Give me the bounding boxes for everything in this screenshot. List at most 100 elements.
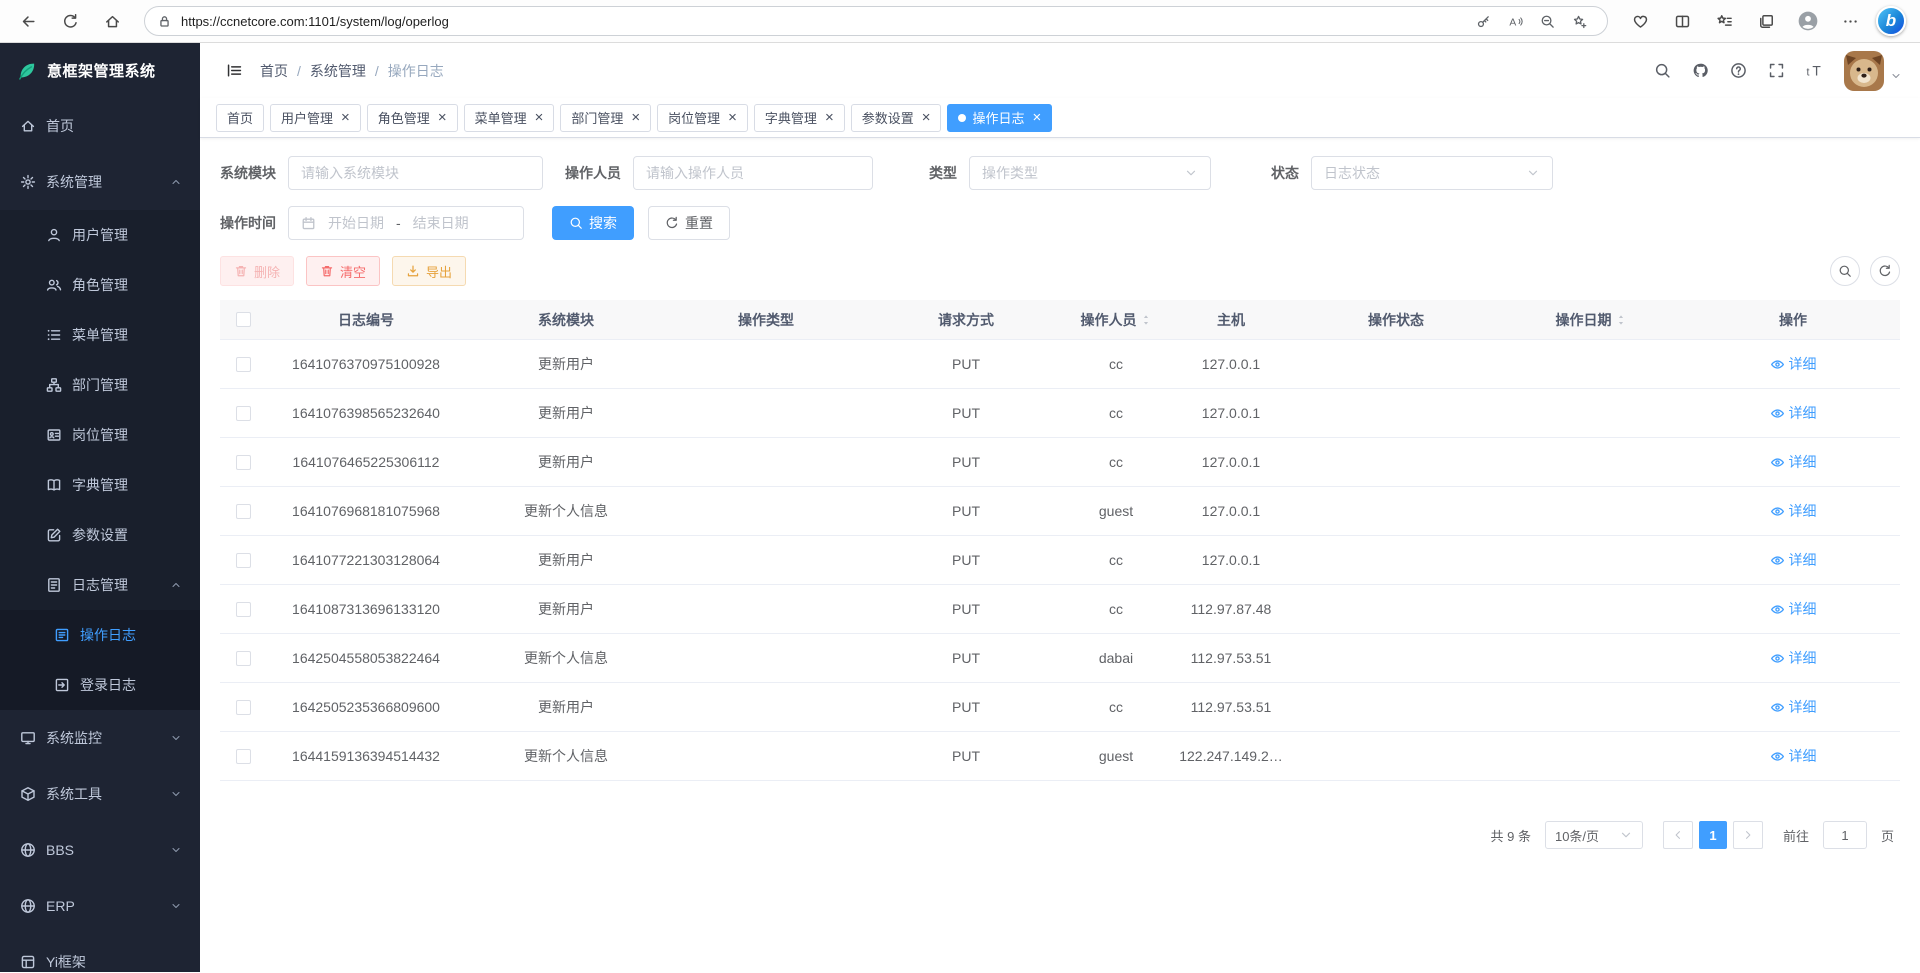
refresh-button[interactable] <box>50 3 90 39</box>
row-checkbox[interactable] <box>236 406 251 421</box>
module-input[interactable] <box>288 156 543 190</box>
page-1-button[interactable]: 1 <box>1699 821 1727 849</box>
sidebar-item-home[interactable]: 首页 <box>0 98 200 154</box>
reset-button[interactable]: 重置 <box>648 206 730 240</box>
refresh-table-button[interactable] <box>1870 256 1900 286</box>
detail-link[interactable]: 详细 <box>1770 452 1817 472</box>
search-button[interactable]: 搜索 <box>552 206 634 240</box>
goto-page-input[interactable] <box>1823 821 1867 849</box>
tab-menu[interactable]: 菜单管理× <box>464 104 555 132</box>
detail-link[interactable]: 详细 <box>1770 403 1817 423</box>
browser-menu-button[interactable] <box>1830 3 1870 39</box>
breadcrumb-system[interactable]: 系统管理 <box>310 61 366 81</box>
font-size-button[interactable]: tT <box>1798 55 1830 87</box>
tab-post[interactable]: 岗位管理× <box>657 104 748 132</box>
close-icon[interactable]: × <box>728 110 737 125</box>
row-checkbox[interactable] <box>236 553 251 568</box>
github-button[interactable] <box>1684 55 1716 87</box>
zoom-button[interactable] <box>1531 7 1563 35</box>
clear-button[interactable]: 清空 <box>306 256 380 286</box>
app-logo[interactable]: 意框架管理系统 <box>0 43 200 98</box>
tab-role[interactable]: 角色管理× <box>367 104 458 132</box>
fullscreen-button[interactable] <box>1760 55 1792 87</box>
header-search-button[interactable] <box>1646 55 1678 87</box>
close-icon[interactable]: × <box>1033 110 1042 125</box>
close-icon[interactable]: × <box>825 110 834 125</box>
profile-button[interactable] <box>1788 3 1828 39</box>
next-page-button[interactable] <box>1733 821 1763 849</box>
sidebar-item-system-monitor[interactable]: 系统监控 <box>0 710 200 766</box>
page-size-select[interactable]: 10条/页 <box>1545 821 1643 849</box>
detail-link[interactable]: 详细 <box>1770 501 1817 521</box>
help-button[interactable] <box>1722 55 1754 87</box>
detail-link[interactable]: 详细 <box>1770 648 1817 668</box>
url-text[interactable]: https://ccnetcore.com:1101/system/log/op… <box>181 14 1467 29</box>
row-checkbox[interactable] <box>236 651 251 666</box>
sidebar-item-erp[interactable]: ERP <box>0 878 200 934</box>
select-all-checkbox[interactable] <box>236 312 251 327</box>
add-favorite-button[interactable] <box>1563 7 1595 35</box>
user-avatar[interactable] <box>1844 51 1884 91</box>
row-checkbox[interactable] <box>236 357 251 372</box>
breadcrumb-home[interactable]: 首页 <box>260 61 288 81</box>
row-checkbox[interactable] <box>236 700 251 715</box>
operator-input[interactable] <box>633 156 873 190</box>
collections-button[interactable] <box>1746 3 1786 39</box>
type-select[interactable]: 操作类型 <box>969 156 1211 190</box>
row-checkbox[interactable] <box>236 455 251 470</box>
sidebar-item-login-log[interactable]: 登录日志 <box>0 660 200 710</box>
row-checkbox[interactable] <box>236 504 251 519</box>
sidebar-item-log-management[interactable]: 日志管理 <box>0 560 200 610</box>
delete-button[interactable]: 删除 <box>220 256 294 286</box>
sidebar-item-post-management[interactable]: 岗位管理 <box>0 410 200 460</box>
close-icon[interactable]: × <box>631 110 640 125</box>
close-icon[interactable]: × <box>535 110 544 125</box>
tab-user[interactable]: 用户管理 × <box>270 104 361 132</box>
favorites-button[interactable] <box>1704 3 1744 39</box>
tab-label: 用户管理 <box>281 108 333 127</box>
sidebar-item-system-tools[interactable]: 系统工具 <box>0 766 200 822</box>
detail-link[interactable]: 详细 <box>1770 354 1817 374</box>
close-icon[interactable]: × <box>341 110 350 125</box>
date-range-input[interactable]: 开始日期 - 结束日期 <box>288 206 524 240</box>
sidebar-item-param-settings[interactable]: 参数设置 <box>0 510 200 560</box>
sidebar-item-role-management[interactable]: 角色管理 <box>0 260 200 310</box>
tab-home[interactable]: 首页 <box>216 104 264 132</box>
sidebar-toggle-button[interactable] <box>218 55 250 87</box>
sidebar-item-bbs[interactable]: BBS <box>0 822 200 878</box>
toggle-search-button[interactable] <box>1830 256 1860 286</box>
prev-page-button[interactable] <box>1663 821 1693 849</box>
detail-link[interactable]: 详细 <box>1770 746 1817 766</box>
sidebar-item-yi-frame[interactable]: Yi框架 <box>0 934 200 972</box>
row-checkbox[interactable] <box>236 602 251 617</box>
tab-dept[interactable]: 部门管理× <box>560 104 651 132</box>
avatar-menu-caret[interactable] <box>1890 69 1902 85</box>
back-button[interactable] <box>8 3 48 39</box>
sidebar-item-operation-log[interactable]: 操作日志 <box>0 610 200 660</box>
close-icon[interactable]: × <box>922 110 931 125</box>
home-button[interactable] <box>92 3 132 39</box>
sort-caret-icon[interactable] <box>1140 314 1152 326</box>
password-button[interactable] <box>1467 7 1499 35</box>
read-aloud-button[interactable]: A <box>1499 7 1531 35</box>
sort-caret-icon[interactable] <box>1615 314 1627 326</box>
close-icon[interactable]: × <box>438 110 447 125</box>
address-bar[interactable]: https://ccnetcore.com:1101/system/log/op… <box>144 6 1608 36</box>
export-button[interactable]: 导出 <box>392 256 466 286</box>
sidebar-item-dept-management[interactable]: 部门管理 <box>0 360 200 410</box>
status-select[interactable]: 日志状态 <box>1311 156 1553 190</box>
browser-essentials-button[interactable] <box>1620 3 1660 39</box>
detail-link[interactable]: 详细 <box>1770 550 1817 570</box>
tab-param[interactable]: 参数设置× <box>851 104 942 132</box>
split-screen-button[interactable] <box>1662 3 1702 39</box>
detail-link[interactable]: 详细 <box>1770 599 1817 619</box>
bing-sidebar-button[interactable]: b <box>1876 6 1906 36</box>
sidebar-item-user-management[interactable]: 用户管理 <box>0 210 200 260</box>
tab-dict[interactable]: 字典管理× <box>754 104 845 132</box>
sidebar-item-system-management[interactable]: 系统管理 <box>0 154 200 210</box>
sidebar-item-menu-management[interactable]: 菜单管理 <box>0 310 200 360</box>
row-checkbox[interactable] <box>236 749 251 764</box>
detail-link[interactable]: 详细 <box>1770 697 1817 717</box>
tab-operlog[interactable]: 操作日志× <box>947 104 1052 132</box>
sidebar-item-dict-management[interactable]: 字典管理 <box>0 460 200 510</box>
